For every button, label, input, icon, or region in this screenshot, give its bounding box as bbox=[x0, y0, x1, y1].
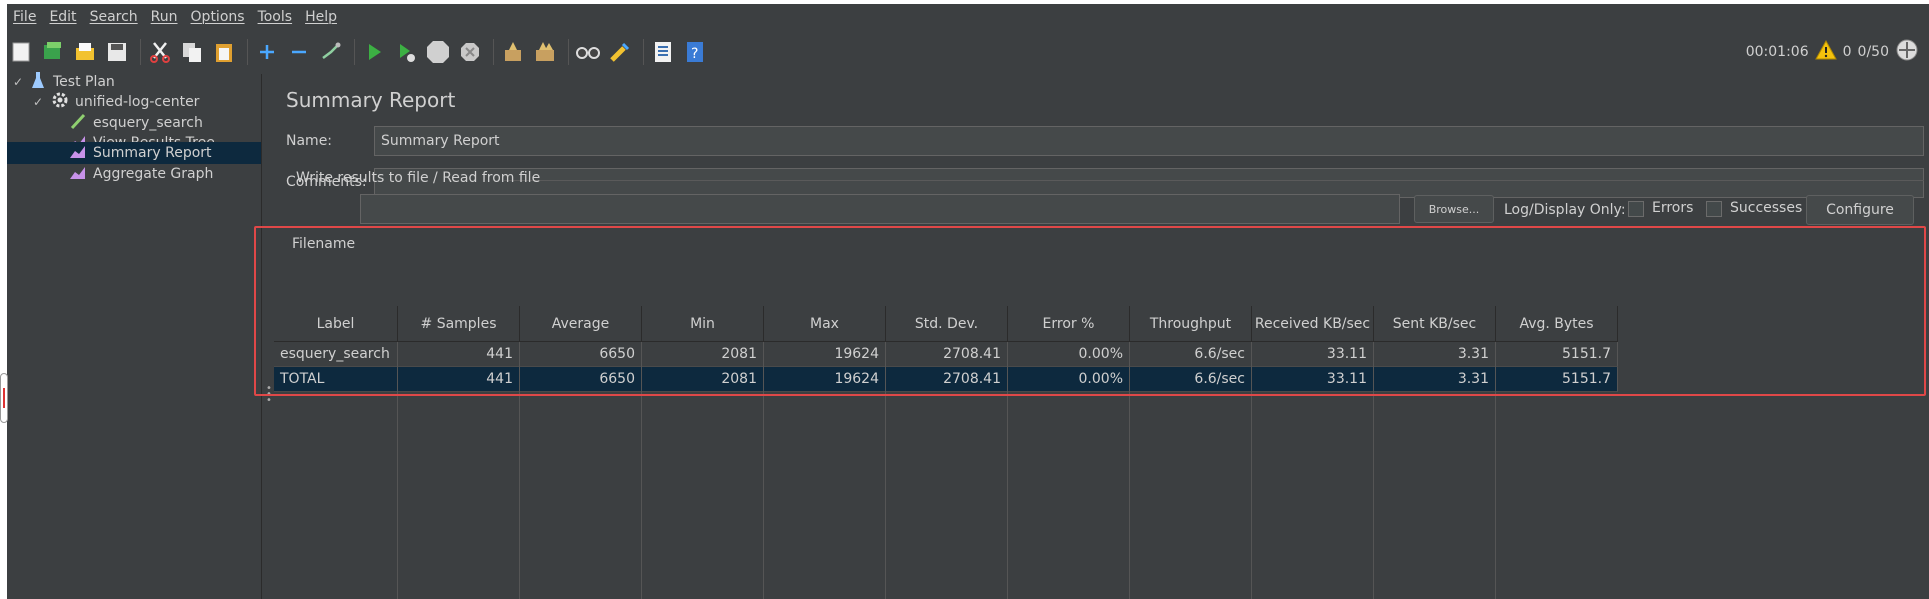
toolbar-separator bbox=[568, 39, 569, 65]
start-no-pauses-icon[interactable] bbox=[392, 38, 420, 66]
svg-text:?: ? bbox=[691, 46, 698, 62]
log-display-only-label: Log/Display Only: bbox=[1504, 202, 1626, 218]
errors-checkbox[interactable] bbox=[1628, 201, 1644, 217]
tree-item-label: Summary Report bbox=[93, 145, 212, 161]
tree-item-aggregate-graph[interactable]: Aggregate Graph bbox=[69, 162, 253, 186]
tree-item-label: Aggregate Graph bbox=[93, 166, 214, 182]
browse-button[interactable]: Browse... bbox=[1414, 195, 1494, 223]
window-left-edge bbox=[0, 0, 7, 599]
elapsed-timer: 00:01:06 bbox=[1745, 44, 1809, 60]
listener-graph-icon bbox=[69, 143, 87, 163]
menu-edit[interactable]: Edit bbox=[43, 9, 83, 25]
clear-all-icon[interactable] bbox=[531, 38, 559, 66]
start-icon[interactable] bbox=[360, 38, 388, 66]
group-divider bbox=[504, 180, 1924, 181]
toolbar-separator bbox=[140, 39, 141, 65]
thread-group-gear-icon bbox=[51, 91, 69, 113]
menu-bar: File Edit Search Run Options Tools Help bbox=[7, 4, 1929, 30]
chevron-down-icon[interactable]: ✓ bbox=[33, 95, 47, 109]
menu-tools[interactable]: Tools bbox=[252, 9, 300, 25]
configure-button[interactable]: Configure bbox=[1806, 195, 1914, 225]
warning-icon[interactable] bbox=[1814, 39, 1837, 64]
toolbar-separator bbox=[493, 39, 494, 65]
write-results-group-title: Write results to file / Read from file bbox=[296, 170, 541, 186]
menu-file[interactable]: File bbox=[7, 9, 43, 25]
function-helper-icon[interactable] bbox=[649, 38, 677, 66]
menu-search[interactable]: Search bbox=[84, 9, 145, 25]
chevron-down-icon[interactable]: ✓ bbox=[13, 75, 27, 89]
open-icon[interactable] bbox=[71, 38, 99, 66]
menu-help[interactable]: Help bbox=[299, 9, 344, 25]
toolbar-separator bbox=[354, 39, 355, 65]
copy-icon[interactable] bbox=[178, 38, 206, 66]
toggle-icon[interactable] bbox=[317, 38, 345, 66]
successes-checkbox[interactable] bbox=[1706, 201, 1722, 217]
tree-item-label: unified-log-center bbox=[75, 94, 200, 110]
reset-search-icon[interactable] bbox=[606, 38, 634, 66]
paste-icon[interactable] bbox=[210, 38, 238, 66]
expand-icon[interactable] bbox=[253, 38, 281, 66]
toolbar-separator bbox=[643, 39, 644, 65]
page-title: Summary Report bbox=[286, 88, 456, 112]
filename-field[interactable] bbox=[360, 194, 1400, 224]
toolbar-separator bbox=[247, 39, 248, 65]
clear-icon[interactable] bbox=[499, 38, 527, 66]
new-icon[interactable] bbox=[7, 38, 35, 66]
save-icon[interactable] bbox=[103, 38, 131, 66]
errors-label: Errors bbox=[1652, 200, 1694, 216]
search-icon[interactable] bbox=[574, 38, 602, 66]
cut-icon[interactable] bbox=[146, 38, 174, 66]
tree-item-summary-report[interactable]: Summary Report bbox=[7, 142, 261, 164]
thread-count: 0/50 bbox=[1857, 44, 1889, 60]
run-status: 00:01:06 0 0/50 bbox=[1746, 38, 1919, 66]
menu-options[interactable]: Options bbox=[185, 9, 252, 25]
shutdown-icon[interactable] bbox=[456, 38, 484, 66]
highlight-box bbox=[254, 226, 1926, 396]
tree-item-label: Test Plan bbox=[53, 74, 115, 90]
test-plan-tree: ✓ Test Plan ✓ unified-log-center esquery… bbox=[7, 72, 261, 599]
toolbar: ? 00:01:06 0 0/50 bbox=[7, 32, 1929, 72]
collapse-icon[interactable] bbox=[285, 38, 313, 66]
menu-run[interactable]: Run bbox=[145, 9, 185, 25]
stop-icon[interactable] bbox=[424, 38, 452, 66]
warning-count: 0 bbox=[1842, 44, 1852, 60]
name-label: Name: bbox=[286, 133, 333, 149]
templates-icon[interactable] bbox=[39, 38, 67, 66]
successes-label: Successes bbox=[1730, 200, 1803, 216]
remote-status-icon[interactable] bbox=[1895, 38, 1919, 66]
name-field[interactable]: Summary Report bbox=[374, 126, 1924, 156]
listener-graph-icon bbox=[69, 164, 87, 184]
tree-item-label: esquery_search bbox=[93, 115, 203, 131]
help-icon[interactable]: ? bbox=[681, 38, 709, 66]
